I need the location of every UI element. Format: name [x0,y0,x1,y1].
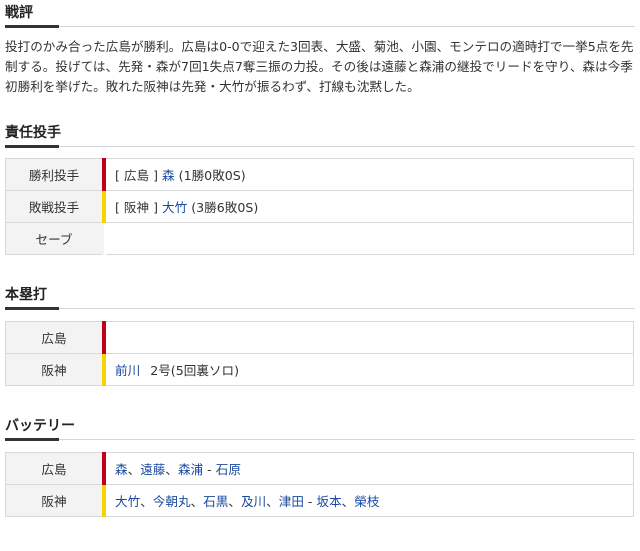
homeruns-table: 広島 阪神 前川 2号(5回裏ソロ) [5,321,634,386]
table-row: 阪神 大竹、今朝丸、石黒、及川、津田 - 坂本、榮枝 [5,484,634,517]
pitchers-table: 勝利投手 [ 広島 ] 森 (1勝0敗0S) 敗戦投手 [ 阪神 ] 大竹 (3… [5,158,634,255]
win-pitcher-link[interactable]: 森 [162,168,175,183]
homerun-detail: 2号(5回裏ソロ) [150,363,240,378]
dash-separator: - [307,494,313,509]
team-tag: [ 広島 ] [115,168,159,183]
homerun-value-hanshin: 前川 2号(5回裏ソロ) [102,353,634,386]
review-title: 戦評 [5,5,33,21]
heading-underline [5,25,59,28]
homerun-player-link[interactable]: 前川 [115,363,140,378]
battery-player-link[interactable]: 榮枝 [354,494,379,509]
table-row: セーブ [5,222,634,255]
heading-underline [5,145,59,148]
battery-player-link[interactable]: 森 [115,462,128,477]
homeruns-title: 本塁打 [5,287,47,303]
battery-player-link[interactable]: 津田 [279,494,304,509]
separator: 、 [228,494,241,509]
battery-player-link[interactable]: 坂本 [316,494,341,509]
loss-pitcher-label: 敗戦投手 [5,190,105,223]
dash-separator: - [207,462,212,477]
win-pitcher-value: [ 広島 ] 森 (1勝0敗0S) [102,158,634,191]
battery-team-hiroshima: 広島 [5,452,105,485]
battery-player-link[interactable]: 遠藤 [140,462,165,477]
battery-value-hanshin: 大竹、今朝丸、石黒、及川、津田 - 坂本、榮枝 [102,484,634,517]
pitcher-record: (1勝0敗0S) [178,168,246,183]
table-row: 敗戦投手 [ 阪神 ] 大竹 (3勝6敗0S) [5,190,634,223]
battery-heading: バッテリー [5,413,635,441]
loss-pitcher-value: [ 阪神 ] 大竹 (3勝6敗0S) [102,190,634,223]
separator: 、 [341,494,355,509]
save-pitcher-label: セーブ [5,222,105,255]
table-row: 勝利投手 [ 広島 ] 森 (1勝0敗0S) [5,158,634,191]
homerun-team-hiroshima: 広島 [5,321,105,354]
game-summary: 投打のかみ合った広島が勝利。広島は0-0で迎えた3回表、大盛、菊池、小園、モンテ… [5,39,634,94]
win-pitcher-label: 勝利投手 [5,158,105,191]
separator: 、 [127,462,141,477]
homeruns-heading: 本塁打 [5,282,635,310]
save-pitcher-value [104,222,634,255]
battery-team-hanshin: 阪神 [5,484,105,517]
battery-value-hiroshima: 森、遠藤、森浦 - 石原 [102,452,634,485]
review-heading: 戦評 [5,0,635,28]
battery-table: 広島 森、遠藤、森浦 - 石原 阪神 大竹、今朝丸、石黒、及川、津田 - 坂本、… [5,452,634,517]
battery-player-link[interactable]: 大竹 [115,494,140,509]
separator: 、 [190,494,204,509]
separator: 、 [140,494,153,509]
loss-pitcher-link[interactable]: 大竹 [162,200,187,215]
table-row: 阪神 前川 2号(5回裏ソロ) [5,353,634,386]
battery-player-link[interactable]: 今朝丸 [153,494,191,509]
homerun-team-hanshin: 阪神 [5,353,105,386]
table-row: 広島 森、遠藤、森浦 - 石原 [5,452,634,485]
separator: 、 [165,462,178,477]
pitcher-record: (3勝6敗0S) [191,200,259,215]
pitchers-title: 責任投手 [5,125,61,141]
pitchers-heading: 責任投手 [5,120,635,148]
battery-player-link[interactable]: 森浦 [178,462,203,477]
heading-underline [5,438,59,441]
heading-underline [5,307,59,310]
battery-player-link[interactable]: 及川 [241,494,266,509]
homerun-value-hiroshima [102,321,634,354]
battery-player-link[interactable]: 石黒 [203,494,228,509]
battery-title: バッテリー [5,418,75,434]
battery-player-link[interactable]: 石原 [216,462,241,477]
table-row: 広島 [5,321,634,354]
separator: 、 [266,494,279,509]
team-tag: [ 阪神 ] [115,200,159,215]
